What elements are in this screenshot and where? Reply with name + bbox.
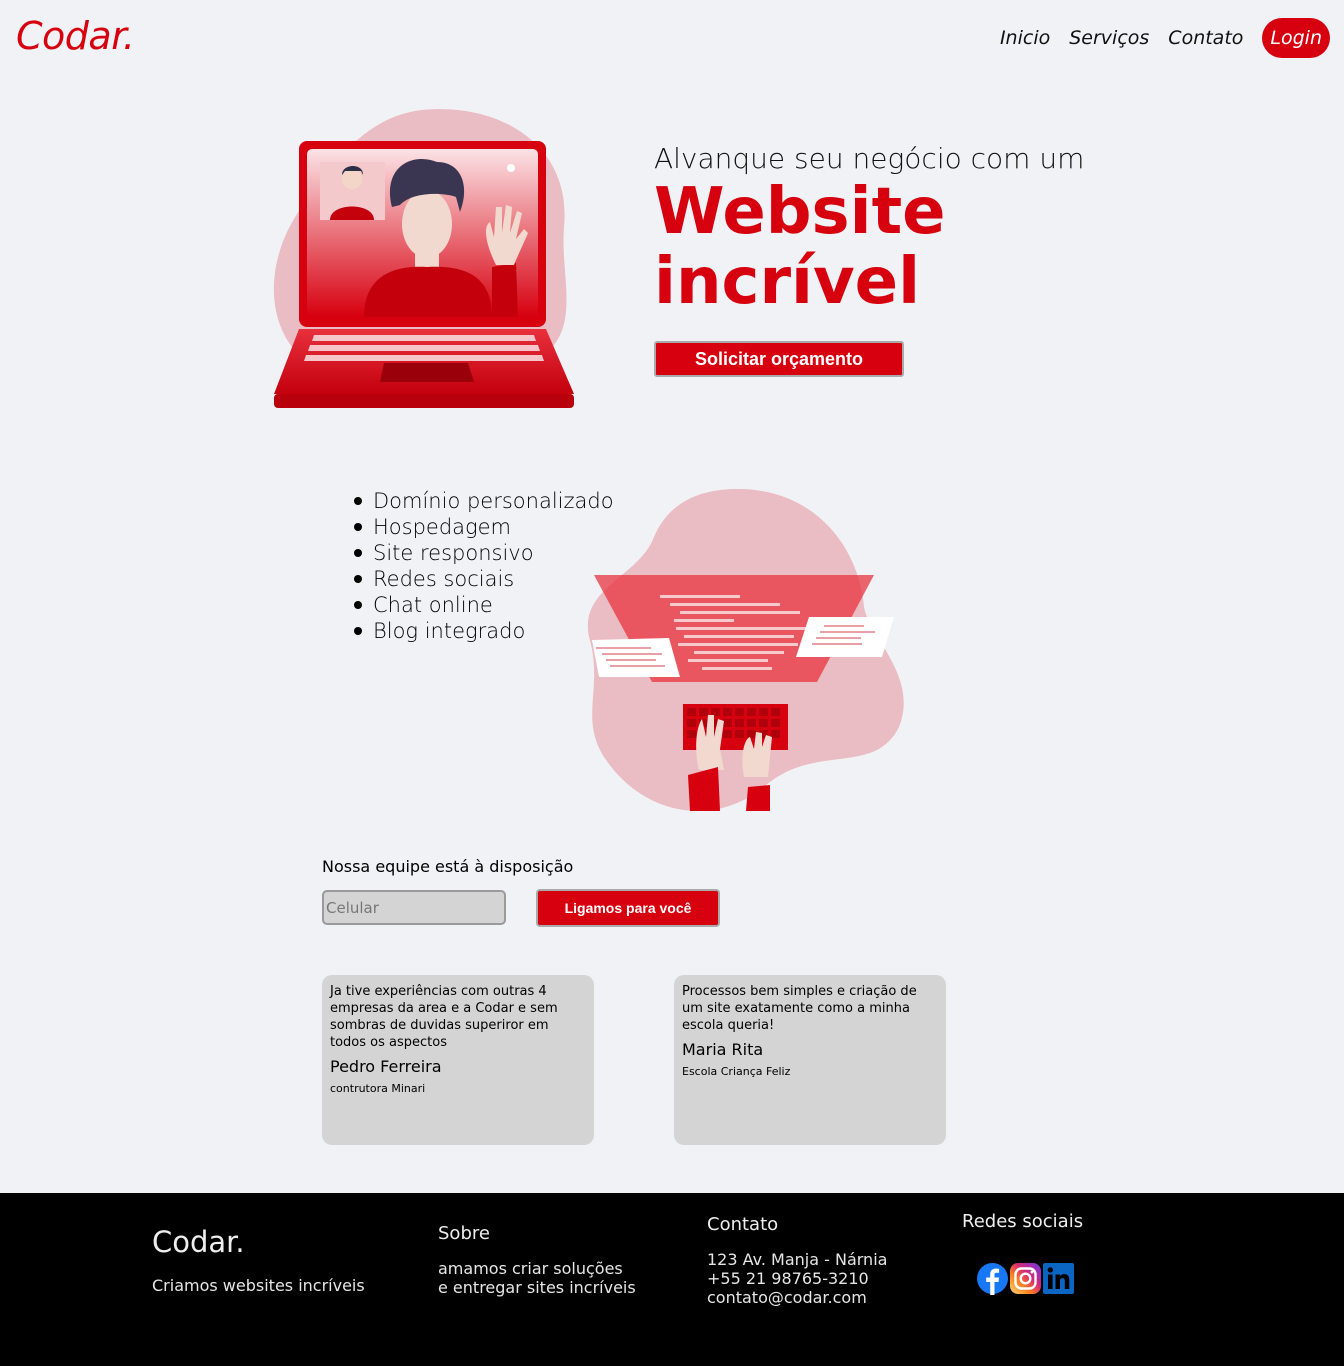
footer: Codar. Criamos websites incríveis Sobre …	[0, 1193, 1344, 1366]
nav-link-inicio[interactable]: Inicio	[1000, 27, 1050, 49]
contact-form-label: Nossa equipe está à disposição	[322, 857, 574, 876]
list-item: Hospedagem	[354, 514, 614, 540]
coding-illustration	[587, 488, 904, 811]
footer-about-heading: Sobre	[438, 1223, 490, 1244]
feature-label: Blog integrado	[373, 619, 526, 643]
testimonial-card: Processos bem simples e criação de um si…	[674, 975, 946, 1145]
request-quote-button[interactable]: Solicitar orçamento	[654, 341, 904, 377]
login-button[interactable]: Login	[1262, 18, 1330, 58]
list-item: Domínio personalizado	[354, 488, 614, 514]
footer-contact-info: 123 Av. Manja - Nárnia +55 21 98765-3210…	[707, 1250, 887, 1307]
video-call-laptop-illustration	[273, 109, 574, 408]
list-item: Chat online	[354, 592, 614, 618]
site-logo[interactable]: Codar.	[16, 14, 135, 58]
bullet-icon	[354, 549, 362, 557]
footer-tagline: Criamos websites incríveis	[152, 1276, 365, 1295]
hero-heading: Alvanque seu negócio com um Website incr…	[654, 142, 1084, 317]
feature-label: Hospedagem	[373, 515, 512, 539]
hero-title-line2: incrível	[654, 245, 920, 319]
list-item: Blog integrado	[354, 618, 614, 644]
nav-link-contato[interactable]: Contato	[1168, 27, 1243, 49]
hero-title-line1: Website	[654, 175, 946, 249]
linkedin-icon[interactable]	[1042, 1262, 1075, 1295]
social-links	[976, 1262, 1075, 1295]
testimonial-quote: Ja tive experiências com outras 4 empres…	[330, 984, 558, 1050]
bullet-icon	[354, 497, 362, 505]
feature-label: Redes sociais	[373, 567, 515, 591]
hero-subtitle: Alvanque seu negócio com um	[654, 142, 1085, 175]
footer-contact-heading: Contato	[707, 1214, 779, 1235]
feature-label: Site responsivo	[373, 541, 534, 565]
features-list: Domínio personalizado Hospedagem Site re…	[354, 488, 614, 644]
footer-phone: +55 21 98765-3210	[707, 1269, 869, 1288]
bullet-icon	[354, 575, 362, 583]
testimonial-company: contrutora Minari	[330, 1082, 426, 1095]
call-me-button[interactable]: Ligamos para você	[536, 889, 720, 927]
phone-input[interactable]	[322, 890, 506, 925]
testimonial-quote: Processos bem simples e criação de um si…	[682, 984, 917, 1033]
instagram-icon[interactable]	[1009, 1262, 1042, 1295]
feature-label: Domínio personalizado	[373, 489, 614, 513]
bullet-icon	[354, 523, 362, 531]
footer-logo: Codar.	[152, 1225, 245, 1259]
testimonial-author: Pedro Ferreira	[330, 1057, 442, 1076]
testimonial-card: Ja tive experiências com outras 4 empres…	[322, 975, 594, 1145]
footer-social-heading: Redes sociais	[962, 1211, 1084, 1232]
bullet-icon	[354, 627, 362, 635]
footer-email[interactable]: contato@codar.com	[707, 1288, 887, 1307]
footer-about-line: amamos criar soluções	[438, 1259, 623, 1278]
feature-label: Chat online	[373, 593, 493, 617]
main-nav: Inicio Serviços Contato Login	[1000, 18, 1330, 58]
testimonial-author: Maria Rita	[682, 1040, 764, 1059]
list-item: Redes sociais	[354, 566, 614, 592]
footer-about-line: e entregar sites incríveis	[438, 1278, 636, 1297]
footer-address: 123 Av. Manja - Nárnia	[707, 1250, 888, 1269]
facebook-icon[interactable]	[976, 1262, 1009, 1295]
hero-title: Website incrível	[654, 177, 1084, 317]
testimonial-company: Escola Criança Feliz	[682, 1065, 791, 1078]
nav-link-servicos[interactable]: Serviços	[1069, 27, 1149, 49]
list-item: Site responsivo	[354, 540, 614, 566]
bullet-icon	[354, 601, 362, 609]
footer-about-text: amamos criar soluções e entregar sites i…	[438, 1259, 636, 1297]
